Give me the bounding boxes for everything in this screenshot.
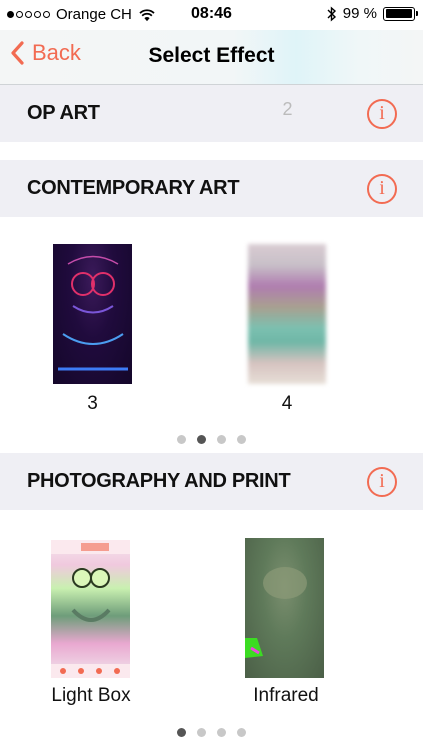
op-art-item-2-label: 2 [282, 99, 293, 119]
page-dot[interactable] [177, 435, 186, 444]
navigation-bar: Back Select Effect [0, 30, 423, 85]
section-header-op-art: OP ART 2 i [0, 85, 423, 142]
neon-portrait-image [58, 255, 128, 371]
page-control-contemporary[interactable] [0, 435, 423, 444]
bluetooth-icon [327, 5, 336, 22]
info-icon[interactable]: i [367, 98, 397, 129]
effect-label-3: 3 [87, 393, 98, 414]
effect-thumbnail-infrared[interactable] [245, 538, 324, 678]
effect-thumbnail-light-box[interactable] [51, 540, 130, 678]
status-right: 99 % [327, 5, 418, 22]
section-title: PHOTOGRAPHY AND PRINT [27, 470, 291, 492]
section-header-photography-print: PHOTOGRAPHY AND PRINT i [0, 453, 423, 510]
battery-fill [385, 9, 413, 18]
page-dot[interactable] [237, 435, 246, 444]
effect-label-infrared: Infrared [253, 685, 319, 706]
page-dot[interactable] [177, 728, 186, 737]
page-dot[interactable] [217, 435, 226, 444]
page-dot[interactable] [237, 728, 246, 737]
effect-thumbnail-4[interactable] [248, 244, 326, 384]
select-effect-screen: Orange CH 08:46 99 % Back Select Effect … [0, 0, 423, 750]
page-dot[interactable] [197, 435, 206, 444]
page-title: Select Effect [148, 44, 275, 67]
info-icon[interactable]: i [367, 466, 397, 497]
section-title: OP ART [27, 102, 100, 124]
status-bar: Orange CH 08:46 99 % [0, 0, 423, 30]
effect-thumbnail-3[interactable] [53, 244, 132, 384]
light-box-preview-image [51, 540, 130, 678]
page-dot[interactable] [217, 728, 226, 737]
info-icon[interactable]: i [367, 173, 397, 204]
section-title: CONTEMPORARY ART [27, 177, 240, 199]
battery-icon [383, 6, 418, 21]
effect-label-4: 4 [281, 393, 293, 414]
section-header-contemporary-art: CONTEMPORARY ART i [0, 160, 423, 217]
battery-percentage: 99 % [342, 5, 377, 22]
infrared-preview-image [245, 567, 307, 658]
page-control-photography[interactable] [0, 728, 423, 737]
page-dot[interactable] [197, 728, 206, 737]
effect-label-light-box: Light Box [51, 685, 131, 706]
